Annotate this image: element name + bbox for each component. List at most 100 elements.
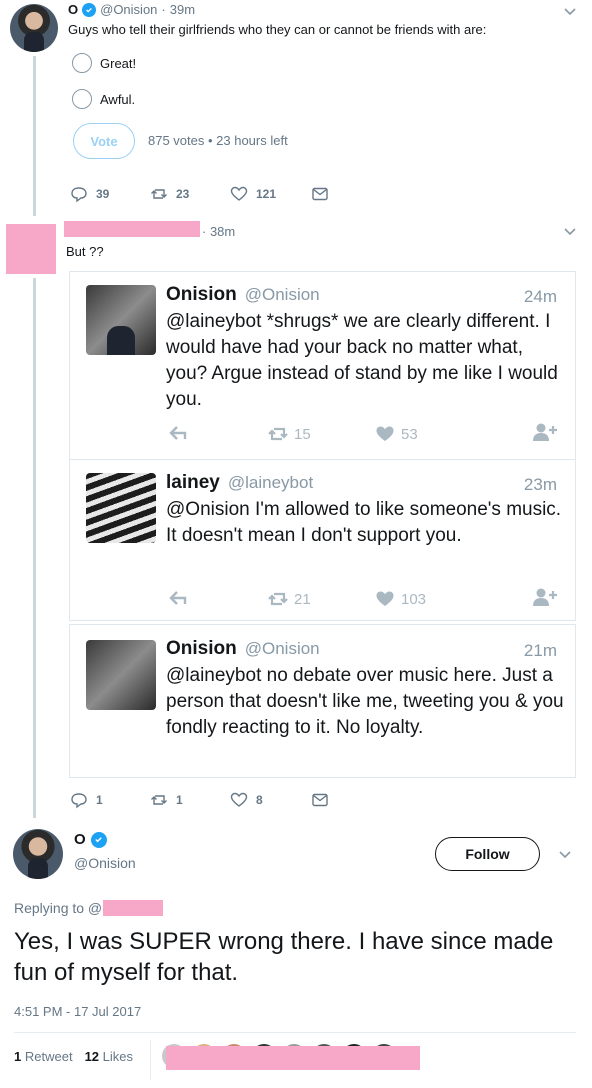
tweet-text: Yes, I was SUPER wrong there. I have sin…	[14, 928, 554, 986]
chevron-down-icon[interactable]	[563, 225, 577, 239]
direct-message-icon[interactable]	[312, 793, 328, 807]
reply-action[interactable]: 1	[70, 791, 103, 809]
replying-to-label: Replying to @	[14, 900, 103, 916]
quoted-tweet[interactable]: lainey @laineybot 23m @Onision I'm allow…	[69, 459, 576, 621]
timestamp[interactable]: · 38m	[202, 224, 235, 239]
divider	[14, 1032, 576, 1033]
quoted-text: @Onision I'm allowed to like someone's m…	[166, 499, 562, 546]
reply-arrow-icon[interactable]	[168, 589, 190, 607]
poll-option[interactable]: Great!	[72, 53, 136, 73]
heart-icon	[376, 426, 394, 441]
poll-option[interactable]: Awful.	[72, 89, 135, 109]
replying-to: Replying to @	[14, 900, 164, 916]
follow-user-icon[interactable]	[532, 587, 558, 607]
redacted-avatar	[6, 224, 56, 274]
main-header: O	[74, 831, 107, 848]
retweet-count: 1	[14, 1049, 22, 1064]
like-action[interactable]: 8	[230, 791, 263, 809]
avatar[interactable]	[86, 473, 156, 543]
retweet-count: 1	[176, 793, 183, 807]
tweet-text: Guys who tell their girlfriends who they…	[68, 22, 487, 37]
quoted-text: @laineybot no debate over music here. Ju…	[166, 665, 564, 738]
retweet-action[interactable]: 21	[268, 589, 311, 609]
timestamp[interactable]: 39m	[170, 2, 195, 17]
username[interactable]: @Onision	[245, 285, 320, 305]
avatar[interactable]	[86, 640, 156, 710]
timestamp: 24m	[523, 287, 557, 306]
display-name[interactable]: O	[74, 831, 86, 848]
heart-icon	[376, 591, 394, 606]
heart-icon	[230, 792, 248, 807]
divider	[150, 1040, 151, 1080]
vote-button[interactable]: Vote	[73, 123, 135, 159]
display-name[interactable]: Onision	[166, 284, 237, 306]
display-name[interactable]: lainey	[166, 472, 220, 494]
like-count: 121	[256, 187, 277, 201]
avatar[interactable]	[86, 285, 156, 355]
redacted-username	[103, 900, 164, 916]
retweet-count: 15	[294, 425, 311, 443]
liker-avatars[interactable]	[162, 1044, 422, 1070]
like-action[interactable]: 53	[375, 424, 418, 444]
likes-label: Likes	[102, 1049, 134, 1064]
quoted-text: @laineybot *shrugs* we are clearly diffe…	[166, 311, 558, 410]
redacted-name	[64, 221, 200, 237]
verified-icon	[82, 2, 97, 17]
retweet-action[interactable]: 23	[150, 185, 189, 203]
follow-button[interactable]: Follow	[435, 837, 540, 871]
poll-status: 875 votes • 23 hours left	[148, 133, 288, 148]
radio-button[interactable]	[72, 89, 92, 109]
retweet-count: 23	[176, 187, 190, 201]
like-count: 103	[401, 590, 427, 608]
retweet-icon	[268, 592, 288, 606]
retweet-action[interactable]: 15	[268, 424, 311, 444]
thread-line	[33, 56, 36, 216]
engagement-stats: 1 Retweet 12 Likes	[14, 1049, 133, 1064]
quoted-tweet[interactable]: Onision @Onision 24m @laineybot *shrugs*…	[69, 271, 576, 460]
like-count: 12	[84, 1049, 100, 1064]
avatar[interactable]	[13, 829, 63, 879]
like-count: 8	[256, 793, 263, 807]
reply-count: 1	[96, 793, 103, 807]
retweet-icon	[151, 189, 167, 199]
retweet-icon	[151, 795, 167, 805]
reply-count: 39	[96, 187, 110, 201]
poll-option-label: Awful.	[100, 91, 136, 107]
reply-icon	[71, 793, 87, 809]
avatar[interactable]	[10, 4, 58, 52]
timestamp: 21m	[523, 641, 557, 660]
follow-user-icon[interactable]	[532, 422, 558, 442]
username[interactable]: @Onision	[245, 639, 320, 659]
direct-message-icon[interactable]	[312, 187, 328, 201]
like-count: 53	[401, 425, 418, 443]
poll-option-label: Great!	[100, 55, 137, 71]
retweet-count: 21	[294, 590, 311, 608]
username[interactable]: @laineybot	[228, 473, 313, 493]
timestamp[interactable]: 4:51 PM - 17 Jul 2017	[14, 1004, 141, 1019]
thread-line	[33, 278, 36, 818]
retweet-icon	[268, 427, 288, 441]
username[interactable]: @Onision	[74, 855, 136, 871]
reply-arrow-icon[interactable]	[168, 424, 190, 442]
reply-action[interactable]: 39	[70, 185, 109, 203]
retweet-label: Retweet	[24, 1049, 73, 1064]
redacted-likers	[166, 1046, 420, 1070]
display-name[interactable]: Onision	[166, 638, 237, 660]
like-action[interactable]: 121	[230, 185, 276, 203]
tweet-text: But ??	[66, 244, 104, 259]
verified-icon	[90, 831, 107, 848]
display-name[interactable]: O	[68, 2, 78, 17]
quoted-tweet[interactable]: Onision @Onision 21m @laineybot no debat…	[69, 624, 576, 778]
quoted-header: Onision @Onision	[166, 638, 320, 660]
like-stat[interactable]: 12 Likes	[85, 1049, 133, 1064]
radio-button[interactable]	[72, 53, 92, 73]
retweet-stat[interactable]: 1 Retweet	[14, 1049, 73, 1064]
chevron-down-icon[interactable]	[558, 848, 572, 862]
chevron-down-icon[interactable]	[563, 5, 577, 19]
retweet-action[interactable]: 1	[150, 791, 183, 809]
like-action[interactable]: 103	[375, 589, 426, 609]
quoted-header: Onision @Onision	[166, 284, 320, 306]
username[interactable]: @Onision	[100, 2, 157, 17]
quoted-header: lainey @laineybot	[166, 472, 313, 494]
timestamp: 23m	[523, 475, 557, 494]
